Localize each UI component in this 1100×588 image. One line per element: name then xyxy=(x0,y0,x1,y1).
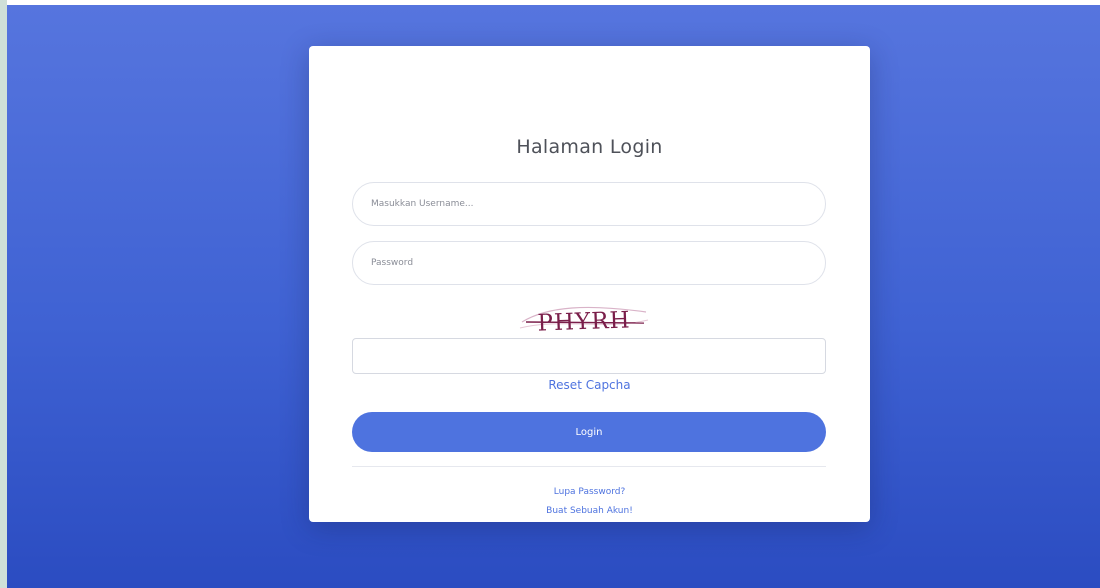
captcha-image: PHYRH xyxy=(519,306,649,337)
page-title: Halaman Login xyxy=(516,136,663,158)
login-card: Halaman Login PHYRH Reset Capcha Login L… xyxy=(309,46,870,522)
reset-captcha-link[interactable]: Reset Capcha xyxy=(309,378,870,392)
left-strip xyxy=(0,0,7,588)
page: Halaman Login PHYRH Reset Capcha Login L… xyxy=(0,0,1100,588)
password-input[interactable] xyxy=(352,241,826,285)
login-button[interactable]: Login xyxy=(352,412,826,452)
forgot-password-link[interactable]: Lupa Password? xyxy=(309,487,870,497)
register-link[interactable]: Buat Sebuah Akun! xyxy=(309,506,870,516)
captcha-input[interactable] xyxy=(352,338,826,374)
username-input[interactable] xyxy=(352,182,826,226)
divider xyxy=(352,466,826,467)
